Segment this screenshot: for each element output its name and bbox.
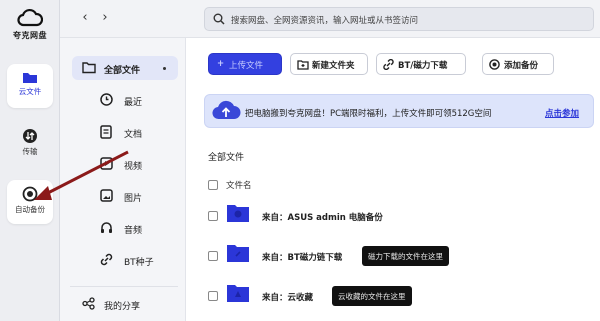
sidebar-item-label: BT种子 — [124, 258, 154, 268]
sidebar-item-label: 文档 — [124, 130, 143, 140]
app-rail: 夸克网盘 云文件 传输 自动备份 — [0, 0, 60, 321]
category-sidebar: 全部文件 最近 文档 视频 图片 音频 BT种子 我的分享 — [60, 38, 186, 321]
search-icon — [213, 13, 225, 25]
sidebar-item-my-share[interactable]: 我的分享 — [72, 292, 178, 316]
row-tooltip: 磁力下载的文件在这里 — [362, 246, 449, 266]
row-checkbox[interactable] — [208, 291, 218, 301]
bt-folder-icon — [227, 245, 249, 262]
upload-label: 上传文件 — [229, 61, 264, 71]
new-folder-button[interactable]: 新建文件夹 — [290, 53, 368, 75]
add-backup-button[interactable]: 添加备份 — [482, 53, 554, 75]
backup-icon — [489, 59, 500, 70]
file-name: 来自：BT磁力链下载 — [262, 253, 343, 263]
link-icon — [100, 253, 113, 266]
new-folder-icon — [297, 60, 309, 70]
rail-item-cloud-files[interactable]: 云文件 — [7, 64, 53, 108]
sidebar-item-images[interactable]: 图片 — [72, 184, 178, 208]
file-name: 来自：ASUS admin 电脑备份 — [262, 213, 383, 223]
search-input[interactable]: 搜索网盘、全网资源资讯，输入网址或从书签访问 — [204, 7, 594, 31]
promo-banner: 把电脑搬到夸克网盘！PC端限时福利，上传文件即可领512G空间 点击参加 — [204, 94, 594, 128]
sidebar-item-documents[interactable]: 文档 — [72, 120, 178, 144]
section-title: 全部文件 — [208, 153, 245, 163]
sidebar-item-label: 视频 — [124, 162, 143, 172]
add-backup-label: 添加备份 — [504, 61, 539, 71]
back-button[interactable]: ‹ — [78, 10, 92, 26]
image-icon — [100, 189, 113, 202]
sidebar-item-label: 我的分享 — [104, 302, 141, 312]
app-name: 夸克网盘 — [13, 31, 47, 40]
document-icon — [100, 125, 112, 139]
cloud-upload-icon — [212, 100, 241, 120]
backup-folder-icon — [227, 205, 249, 222]
file-row[interactable]: 来自：ASUS admin 电脑备份 — [186, 198, 600, 234]
sidebar-item-video[interactable]: 视频 — [72, 152, 178, 176]
rail-item-auto-backup[interactable]: 自动备份 — [7, 180, 53, 224]
sidebar-item-label: 全部文件 — [104, 66, 141, 76]
sidebar-item-label: 图片 — [124, 194, 143, 204]
search-placeholder: 搜索网盘、全网资源资讯，输入网址或从书签访问 — [231, 16, 419, 26]
promo-text: 把电脑搬到夸克网盘！PC端限时福利，上传文件即可领512G空间 — [245, 109, 492, 119]
sidebar-divider — [70, 286, 178, 287]
sidebar-item-audio[interactable]: 音频 — [72, 216, 178, 240]
sidebar-item-bt-torrent[interactable]: BT种子 — [72, 248, 178, 272]
plus-icon: + — [217, 59, 225, 69]
file-row[interactable]: 来自：云收藏 云收藏的文件在这里 — [186, 278, 600, 314]
rail-item-label: 自动备份 — [15, 205, 45, 214]
video-icon — [100, 157, 113, 170]
file-name: 来自：云收藏 — [262, 293, 314, 303]
headphones-icon — [101, 222, 112, 233]
row-checkbox[interactable] — [208, 211, 218, 221]
folder-icon — [82, 62, 96, 74]
bt-download-button[interactable]: BT/磁力下载 — [376, 53, 466, 75]
upload-button[interactable]: + 上传文件 — [208, 53, 282, 75]
new-folder-label: 新建文件夹 — [312, 61, 355, 71]
cloud-file-icon — [23, 73, 37, 83]
row-checkbox[interactable] — [208, 251, 218, 261]
app-logo: 夸克网盘 — [0, 8, 60, 41]
sidebar-item-recent[interactable]: 最近 — [72, 88, 178, 112]
active-indicator — [163, 67, 166, 70]
auto-backup-icon — [22, 186, 38, 202]
column-header-filename: 文件名 — [226, 181, 252, 191]
rail-item-label: 传输 — [22, 147, 38, 156]
select-all-checkbox[interactable] — [208, 180, 218, 190]
file-row[interactable]: 来自：BT磁力链下载 磁力下载的文件在这里 — [186, 238, 600, 274]
sidebar-item-label: 音频 — [124, 226, 143, 236]
sidebar-item-label: 最近 — [124, 98, 143, 108]
magnet-link-icon — [383, 59, 394, 70]
clock-icon — [100, 93, 113, 106]
rail-item-transfer[interactable]: 传输 — [7, 122, 53, 166]
rail-item-label: 云文件 — [18, 87, 42, 96]
promo-link[interactable]: 点击参加 — [545, 107, 579, 119]
main-content: + 上传文件 新建文件夹 BT/磁力下载 添加备份 把电脑搬到夸克网盘！PC端限… — [186, 38, 600, 321]
cloud-collect-folder-icon — [227, 285, 249, 302]
top-bar: ‹ › 搜索网盘、全网资源资讯，输入网址或从书签访问 — [60, 0, 600, 38]
sidebar-item-all-files[interactable]: 全部文件 — [72, 56, 178, 80]
share-icon — [82, 297, 95, 310]
forward-button[interactable]: › — [98, 10, 112, 26]
bt-download-label: BT/磁力下载 — [398, 61, 448, 71]
transfer-icon — [23, 129, 37, 143]
cloud-logo-icon — [17, 8, 43, 27]
row-tooltip: 云收藏的文件在这里 — [332, 286, 412, 306]
